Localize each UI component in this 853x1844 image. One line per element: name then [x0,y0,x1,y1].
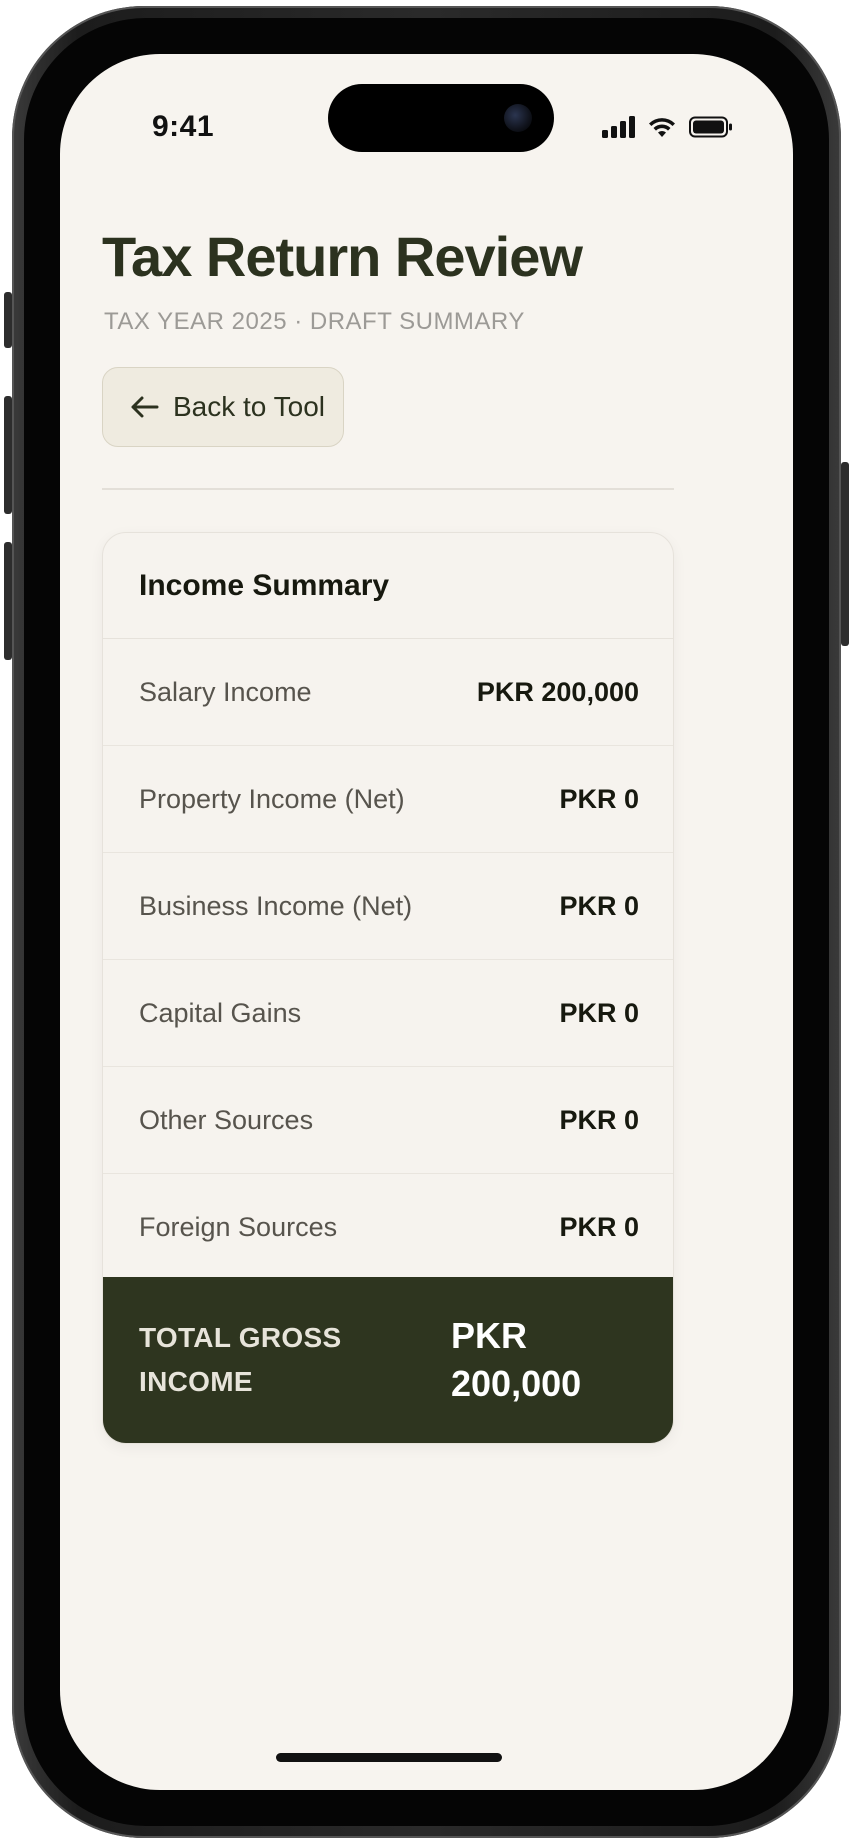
volume-down-button [4,542,12,660]
total-value: PKR 200,000 [451,1312,581,1408]
row-label: Foreign Sources [139,1212,338,1242]
status-time: 9:41 [152,110,215,143]
volume-up-button [4,396,12,514]
income-row-property: Property Income (Net) PKR 0 [103,746,673,853]
action-button [4,292,12,348]
status-icons [602,114,733,138]
home-indicator[interactable] [276,1753,502,1762]
total-label: TOTAL GROSS INCOME [139,1316,451,1404]
cellular-signal-icon [602,116,635,138]
row-label: Business Income (Net) [139,890,413,921]
row-label: Capital Gains [139,997,302,1028]
total-value-line2: 200,000 [451,1363,582,1404]
total-label-line2: INCOME [139,1366,253,1397]
row-label: Property Income (Net) [139,783,405,814]
section-divider [102,488,674,490]
row-value: PKR 0 [559,890,639,921]
income-row-salary: Salary Income PKR 200,000 [103,639,673,746]
row-label: Other Sources [139,1104,314,1135]
row-value: PKR 0 [559,997,639,1028]
total-gross-income-band: TOTAL GROSS INCOME PKR 200,000 [103,1277,673,1443]
income-row-foreign-sources: Foreign Sources PKR 0 [103,1174,673,1281]
wifi-icon [649,118,675,137]
row-value: PKR 200,000 [476,676,639,707]
income-row-other-sources: Other Sources PKR 0 [103,1067,673,1174]
back-to-tool-button[interactable]: Back to Tool [102,367,344,447]
row-value: PKR 0 [559,1104,639,1135]
arrow-left-icon [131,396,159,418]
camera-lens-icon [504,104,532,132]
income-row-business: Business Income (Net) PKR 0 [103,853,673,960]
phone-screen: 9:41 Tax Return Review TAX YEAR 2025 · D… [60,54,793,1790]
total-label-line1: TOTAL GROSS [139,1322,342,1353]
page-subtitle: TAX YEAR 2025 · DRAFT SUMMARY [104,308,525,335]
income-summary-card: Income Summary Salary Income PKR 200,000… [102,532,674,1444]
dynamic-island [328,84,554,152]
card-heading: Income Summary [103,533,673,639]
total-value-line1: PKR [451,1315,528,1356]
phone-bezel: 9:41 Tax Return Review TAX YEAR 2025 · D… [24,18,829,1826]
row-value: PKR 0 [559,783,639,814]
row-value: PKR 0 [559,1212,639,1242]
income-row-capital-gains: Capital Gains PKR 0 [103,960,673,1067]
back-button-label: Back to Tool [173,391,326,422]
power-button [841,462,849,646]
phone-frame: 9:41 Tax Return Review TAX YEAR 2025 · D… [12,6,841,1838]
row-label: Salary Income [139,676,312,707]
page-title: Tax Return Review [102,225,583,288]
battery-icon [689,116,732,138]
